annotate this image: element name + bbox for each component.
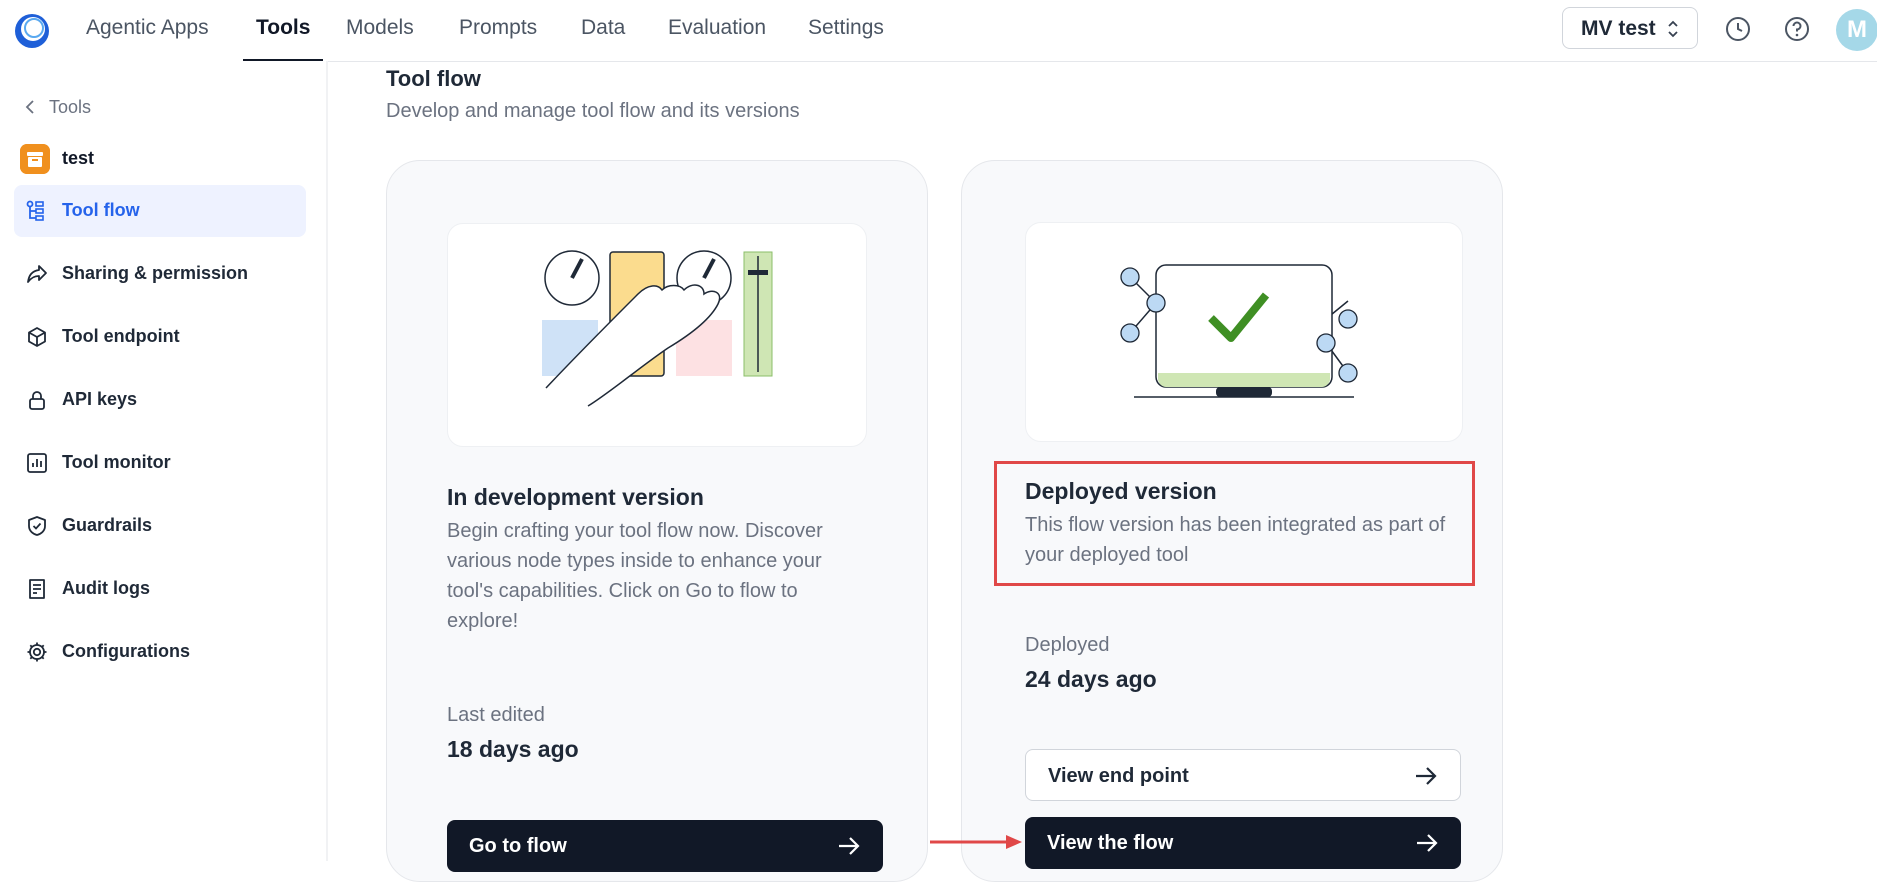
sidebar-item-label: Tool flow <box>62 200 140 220</box>
sidebar-item-api-keys[interactable]: API keys <box>14 374 306 426</box>
gear-icon <box>27 642 47 662</box>
nav-models[interactable]: Models <box>346 0 414 61</box>
history-clock-icon[interactable] <box>1724 15 1752 43</box>
sidebar-item-audit-logs[interactable]: Audit logs <box>14 563 306 615</box>
sidebar: Tools test Tool flow Sharing & permissio… <box>0 61 328 861</box>
top-navigation-bar: Agentic Apps Tools Models Prompts Data E… <box>0 0 1877 62</box>
user-avatar[interactable]: M <box>1836 9 1877 51</box>
shield-icon <box>28 516 46 536</box>
deployed-illustration <box>1025 222 1463 442</box>
go-to-flow-button[interactable]: Go to flow <box>447 820 883 872</box>
help-icon[interactable] <box>1783 15 1811 43</box>
tool-name: test <box>62 148 95 168</box>
sidebar-item-guardrails[interactable]: Guardrails <box>14 500 306 552</box>
sidebar-item-label: Tool monitor <box>62 452 171 472</box>
back-to-tools-link[interactable]: Tools <box>25 97 91 118</box>
view-the-flow-button[interactable]: View the flow <box>1025 817 1461 869</box>
environment-label: MV test <box>1581 17 1656 40</box>
deployed-label: Deployed <box>1025 634 1110 656</box>
sidebar-item-label: Guardrails <box>62 515 153 535</box>
dev-version-card: In development version Begin crafting yo… <box>386 160 928 882</box>
nav-settings[interactable]: Settings <box>808 0 884 61</box>
page-title: Tool flow <box>386 66 481 91</box>
control-panel-hand-illustration <box>542 250 773 407</box>
dev-illustration <box>447 223 867 447</box>
go-to-flow-label: Go to flow <box>469 835 567 857</box>
nav-prompts[interactable]: Prompts <box>459 0 537 61</box>
cube-icon <box>28 327 46 347</box>
chevron-left-icon <box>25 100 34 114</box>
sidebar-item-label: Tool endpoint <box>62 326 180 346</box>
chevron-up-down-icon <box>1668 20 1678 38</box>
sidebar-item-tool-flow[interactable]: Tool flow <box>14 185 306 237</box>
sidebar-item-configurations[interactable]: Configurations <box>14 626 306 678</box>
lock-icon <box>29 391 45 410</box>
sidebar-item-label: Sharing & permission <box>62 263 249 283</box>
sidebar-item-label: API keys <box>62 389 138 409</box>
arrow-right-icon <box>839 837 860 855</box>
back-label: Tools <box>49 97 92 117</box>
view-the-flow-label: View the flow <box>1047 832 1174 854</box>
dev-card-title: In development version <box>447 484 704 510</box>
app-logo-icon[interactable] <box>13 12 51 50</box>
nav-tools[interactable]: Tools <box>242 0 325 62</box>
environment-selector[interactable]: MV test <box>1562 7 1698 49</box>
sidebar-item-label: Audit logs <box>62 578 150 598</box>
deployed-value: 24 days ago <box>1025 666 1157 692</box>
nav-data[interactable]: Data <box>581 0 625 61</box>
sidebar-item-tool-endpoint[interactable]: Tool endpoint <box>14 311 306 363</box>
sidebar-item-label: Configurations <box>62 641 190 661</box>
dev-card-description: Begin crafting your tool flow now. Disco… <box>447 520 823 632</box>
flow-icon <box>26 200 44 221</box>
chart-icon <box>27 453 47 473</box>
sidebar-item-sharing[interactable]: Sharing & permission <box>14 248 306 300</box>
nav-agentic-apps[interactable]: Agentic Apps <box>86 0 209 61</box>
annotation-arrow-icon <box>930 835 1022 849</box>
monitor-check-illustration <box>1120 264 1358 398</box>
tool-archive-icon <box>20 144 50 174</box>
highlight-box <box>994 461 1475 586</box>
arrow-right-icon <box>1417 834 1438 852</box>
nav-evaluation[interactable]: Evaluation <box>668 0 766 61</box>
view-end-point-label: View end point <box>1048 765 1189 787</box>
sidebar-item-tool-monitor[interactable]: Tool monitor <box>14 437 306 489</box>
page-subtitle: Develop and manage tool flow and its ver… <box>386 100 800 122</box>
document-icon <box>29 579 45 599</box>
last-edited-label: Last edited <box>447 704 545 726</box>
arrow-right-icon <box>1416 767 1437 785</box>
share-icon <box>27 265 47 283</box>
view-end-point-button[interactable]: View end point <box>1025 749 1461 801</box>
last-edited-value: 18 days ago <box>447 736 579 762</box>
